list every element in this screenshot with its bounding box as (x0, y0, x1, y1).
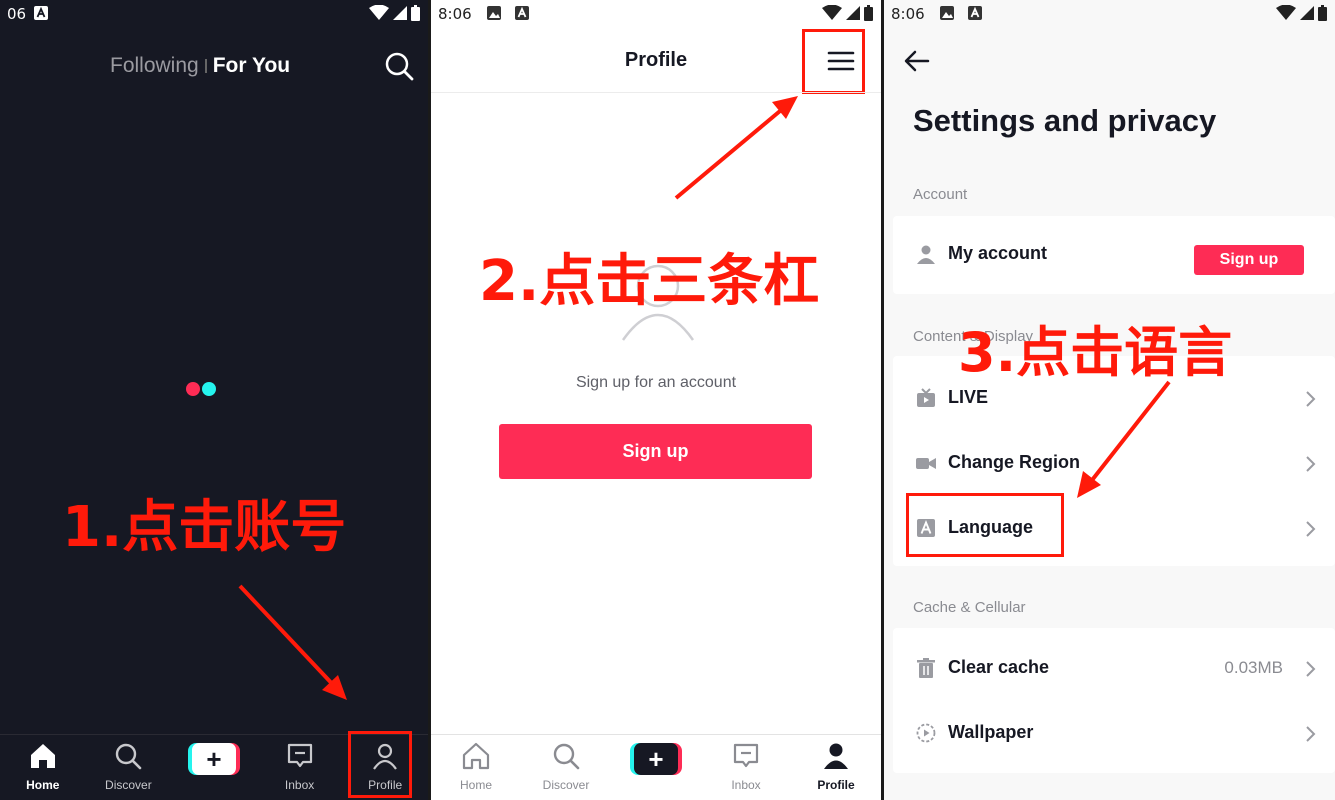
nav-profile-label: Profile (817, 778, 855, 792)
card-cache: Clear cache 0.03MB Wallpaper (893, 628, 1335, 773)
signup-prompt: Sign up for an account (575, 374, 737, 391)
discover-icon (553, 743, 580, 770)
nav-discover-label: Discover (105, 778, 152, 792)
home-icon (462, 742, 490, 770)
annotation-arrow (238, 584, 347, 700)
tab-for-you[interactable]: For You (213, 54, 290, 77)
cache-size-value: 0.03MB (1224, 658, 1283, 677)
nav-discover[interactable]: Discover (86, 735, 172, 800)
annotation-step-1: 1.点击账号 (62, 495, 347, 560)
nav-create[interactable]: + (171, 735, 257, 800)
signal-icon (1299, 6, 1314, 20)
card-account: My account Sign up (893, 216, 1335, 294)
row-label: Wallpaper (948, 722, 1034, 742)
loading-dot-cyan (202, 382, 216, 396)
status-bar: 8:06 (884, 0, 1335, 28)
wifi-icon (821, 4, 842, 20)
plus-icon: + (648, 744, 664, 774)
signal-icon (392, 6, 407, 20)
status-time: 06 (7, 5, 27, 23)
a-icon (515, 6, 529, 20)
image-icon (940, 6, 954, 20)
section-label-account: Account (913, 186, 968, 203)
row-label: LIVE (948, 387, 989, 407)
signup-button[interactable]: Sign up (1194, 245, 1304, 275)
tab-separator (204, 59, 207, 74)
inbox-icon (287, 743, 312, 768)
nav-home-label: Home (26, 778, 60, 792)
status-right (1275, 4, 1327, 25)
a-icon (968, 6, 982, 20)
chevron-right-icon (1306, 456, 1316, 472)
chevron-right-icon (1306, 521, 1316, 537)
battery-icon (411, 5, 420, 21)
panel-profile: 8:06 Profile 2.点击三条杠 Sign up for an acco… (431, 0, 881, 800)
image-icon (487, 6, 501, 20)
a-icon (34, 6, 48, 20)
trash-icon (917, 658, 935, 678)
annotation-highlight-language (906, 493, 1064, 557)
bottom-nav: Home Discover + Inbox Profile (431, 734, 881, 800)
status-time: 8:06 (438, 5, 472, 23)
chevron-right-icon (1306, 726, 1316, 742)
live-icon (917, 388, 935, 407)
battery-icon (864, 5, 873, 21)
signal-icon (845, 6, 860, 20)
annotation-highlight-profile (348, 731, 412, 798)
signup-button[interactable]: Sign up (499, 424, 812, 479)
nav-inbox-label: Inbox (284, 778, 315, 792)
panel-home-feed: 06 Following For You 1.点击账号 Home Discover… (0, 0, 428, 800)
battery-icon (1318, 5, 1327, 21)
section-label-cache: Cache & Cellular (913, 599, 1026, 616)
user-icon (917, 245, 935, 264)
row-my-account[interactable]: My account Sign up (893, 222, 1335, 287)
wifi-icon (1275, 4, 1296, 20)
annotation-arrow (1077, 380, 1171, 498)
annotation-highlight-menu (802, 29, 865, 94)
status-right (368, 4, 420, 25)
status-time: 8:06 (891, 5, 925, 23)
panel-settings: 8:06 Settings and privacy Account My acc… (884, 0, 1335, 800)
annotation-arrow (674, 96, 798, 200)
chevron-right-icon (1306, 661, 1316, 677)
nav-discover-label: Discover (542, 778, 590, 792)
status-bar: 8:06 (431, 0, 881, 28)
loading-indicator (186, 382, 218, 401)
profile-icon (824, 743, 848, 769)
wallpaper-icon (916, 723, 936, 743)
loading-dot-red (186, 382, 200, 396)
nav-home[interactable]: Home (0, 735, 86, 800)
discover-icon (116, 743, 142, 770)
nav-inbox-label: Inbox (731, 778, 761, 792)
nav-inbox[interactable]: Inbox (257, 735, 343, 800)
wifi-icon (368, 4, 389, 20)
chevron-right-icon (1306, 391, 1316, 407)
create-button[interactable]: + (187, 743, 240, 775)
nav-create[interactable]: + (611, 735, 701, 800)
row-clear-cache[interactable]: Clear cache 0.03MB (893, 636, 1335, 701)
feed-tabs: Following For You (110, 54, 290, 78)
inbox-icon (733, 743, 759, 768)
row-label: Clear cache (948, 657, 1050, 677)
annotation-step-2: 2.点击三条杠 (479, 249, 820, 314)
plus-icon: + (206, 744, 222, 774)
nav-home-label: Home (459, 778, 492, 792)
search-icon[interactable] (383, 50, 415, 82)
status-right (821, 4, 873, 25)
page-title: Settings and privacy (913, 103, 1217, 138)
nav-inbox[interactable]: Inbox (701, 735, 791, 800)
nav-profile[interactable]: Profile (791, 735, 881, 800)
home-icon (30, 744, 55, 768)
back-arrow-icon[interactable] (902, 46, 932, 76)
row-wallpaper[interactable]: Wallpaper (893, 701, 1335, 766)
tab-following[interactable]: Following (110, 54, 199, 77)
row-label: My account (948, 243, 1048, 263)
row-label: Change Region (948, 452, 1081, 472)
status-bar: 06 (0, 0, 428, 28)
video-icon (916, 458, 936, 469)
nav-discover[interactable]: Discover (521, 735, 611, 800)
nav-home[interactable]: Home (431, 735, 521, 800)
create-button[interactable]: + (630, 743, 682, 775)
